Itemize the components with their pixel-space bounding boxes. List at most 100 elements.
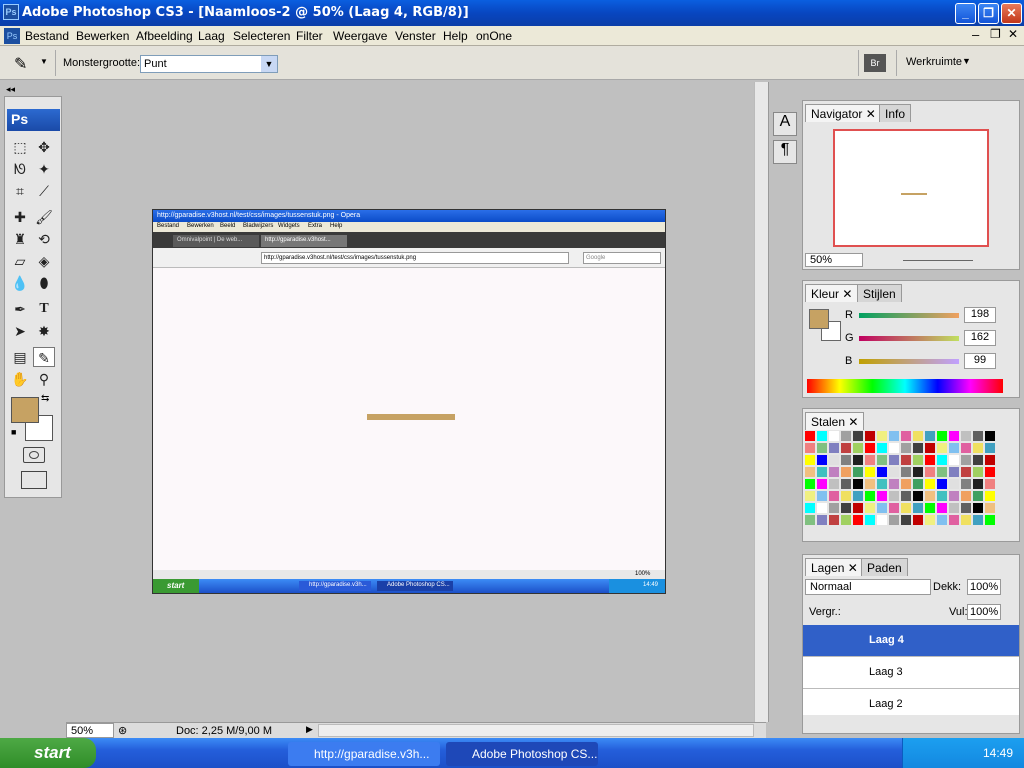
color-swatch[interactable] [961,431,971,441]
eyedropper-tool-icon[interactable]: ✎ [33,347,55,367]
color-swatch[interactable] [901,455,911,465]
menu-weergave[interactable]: Weergave [333,29,387,43]
tab-lagen[interactable]: Lagen ✕ [805,558,864,576]
color-swatch[interactable] [901,491,911,501]
color-swatch[interactable] [865,479,875,489]
color-swatch[interactable] [817,503,827,513]
layer-row[interactable]: Laag 2 [803,689,1019,715]
color-swatch[interactable] [925,491,935,501]
color-swatch[interactable] [973,491,983,501]
color-swatch[interactable] [829,503,839,513]
b-value[interactable]: 99 [964,353,996,369]
color-swatch[interactable] [973,503,983,513]
color-swatch[interactable] [865,431,875,441]
color-swatch[interactable] [937,515,947,525]
color-swatch[interactable] [853,515,863,525]
color-swatch[interactable] [877,467,887,477]
color-swatch[interactable] [961,467,971,477]
color-swatch[interactable] [877,515,887,525]
color-swatch[interactable] [913,431,923,441]
color-swatch[interactable] [925,503,935,513]
doc-close-button[interactable]: ✕ [1008,27,1018,41]
color-swatch[interactable] [901,503,911,513]
color-swatch[interactable] [949,503,959,513]
brush-tool-icon[interactable]: 🖌 [33,207,55,227]
vertical-scrollbar[interactable] [754,82,768,722]
tab-stijlen[interactable]: Stijlen [857,284,902,302]
color-swatch[interactable] [805,467,815,477]
clone-stamp-icon[interactable]: ♜ [9,229,31,249]
color-swatch[interactable] [961,503,971,513]
color-swatch[interactable] [817,491,827,501]
doc-minimize-button[interactable]: – [972,27,979,42]
color-swatch[interactable] [925,467,935,477]
collapse-icon[interactable]: ◂◂ [6,84,15,95]
screen-mode-icon[interactable] [21,471,47,489]
color-swatch[interactable] [973,467,983,477]
color-swatch[interactable] [985,491,995,501]
color-swatch[interactable] [925,455,935,465]
custom-shape-icon[interactable]: ✸ [33,321,55,341]
color-swatch[interactable] [973,431,983,441]
color-swatch[interactable] [913,455,923,465]
color-swatch[interactable] [817,431,827,441]
tab-paden[interactable]: Paden [861,558,908,576]
restore-button[interactable]: ❐ [978,3,999,24]
doc-restore-button[interactable]: ❐ [990,27,1001,41]
color-swatch[interactable] [829,467,839,477]
r-slider[interactable] [859,313,959,318]
color-swatch[interactable] [973,515,983,525]
status-menu-icon[interactable]: ⊛ [118,724,127,737]
hand-tool-icon[interactable]: ✋ [9,369,31,389]
tab-kleur[interactable]: Kleur ✕ [805,284,859,302]
g-value[interactable]: 162 [964,330,996,346]
color-swatch[interactable] [865,491,875,501]
color-swatch[interactable] [805,503,815,513]
document-canvas[interactable]: http://gparadise.v3host.nl/test/css/imag… [152,209,666,594]
color-swatch[interactable] [877,431,887,441]
color-swatch[interactable] [937,431,947,441]
blur-tool-icon[interactable]: 💧 [9,273,31,293]
color-swatch[interactable] [841,467,851,477]
color-swatch[interactable] [805,455,815,465]
color-swatch[interactable] [853,455,863,465]
color-swatch[interactable] [841,515,851,525]
g-slider[interactable] [859,336,959,341]
close-button[interactable]: ✕ [1001,3,1022,24]
horizontal-scrollbar[interactable] [318,724,754,737]
marquee-tool-icon[interactable]: ⬚ [9,137,31,157]
color-swatch[interactable] [937,443,947,453]
color-swatch[interactable] [889,479,899,489]
opacity-input[interactable]: 100% [967,579,1001,595]
color-swatch[interactable] [985,515,995,525]
color-swatch[interactable] [841,479,851,489]
magic-wand-icon[interactable]: ✦ [33,159,55,179]
chevron-down-icon[interactable]: ▼ [261,56,277,72]
color-swatch[interactable] [913,479,923,489]
color-swatch[interactable] [829,515,839,525]
menu-laag[interactable]: Laag [198,29,225,43]
color-swatch[interactable] [925,479,935,489]
color-swatch[interactable] [829,431,839,441]
sample-size-select[interactable]: Punt ▼ [140,55,278,73]
dodge-tool-icon[interactable]: ⬮ [33,273,55,293]
color-swatch[interactable] [853,467,863,477]
color-swatch[interactable] [985,467,995,477]
notes-tool-icon[interactable]: ▤ [9,347,31,367]
tool-preset-chevron-icon[interactable]: ▼ [40,57,48,66]
menu-bewerken[interactable]: Bewerken [76,29,129,43]
eyedropper-icon[interactable]: ✎ [14,54,27,74]
color-swatch[interactable] [985,431,995,441]
color-swatch[interactable] [901,515,911,525]
swap-colors-icon[interactable]: ⇆ [41,393,49,404]
color-swatch[interactable] [901,467,911,477]
color-swatch[interactable] [901,431,911,441]
taskbar-opera[interactable]: http://gparadise.v3h... [288,742,440,766]
color-swatch[interactable] [889,491,899,501]
color-swatch[interactable] [889,431,899,441]
default-colors-icon[interactable]: ■ [11,427,16,437]
healing-brush-icon[interactable]: ✚ [9,207,31,227]
color-swatch[interactable] [961,443,971,453]
color-swatch[interactable] [985,479,995,489]
color-swatch[interactable] [961,515,971,525]
